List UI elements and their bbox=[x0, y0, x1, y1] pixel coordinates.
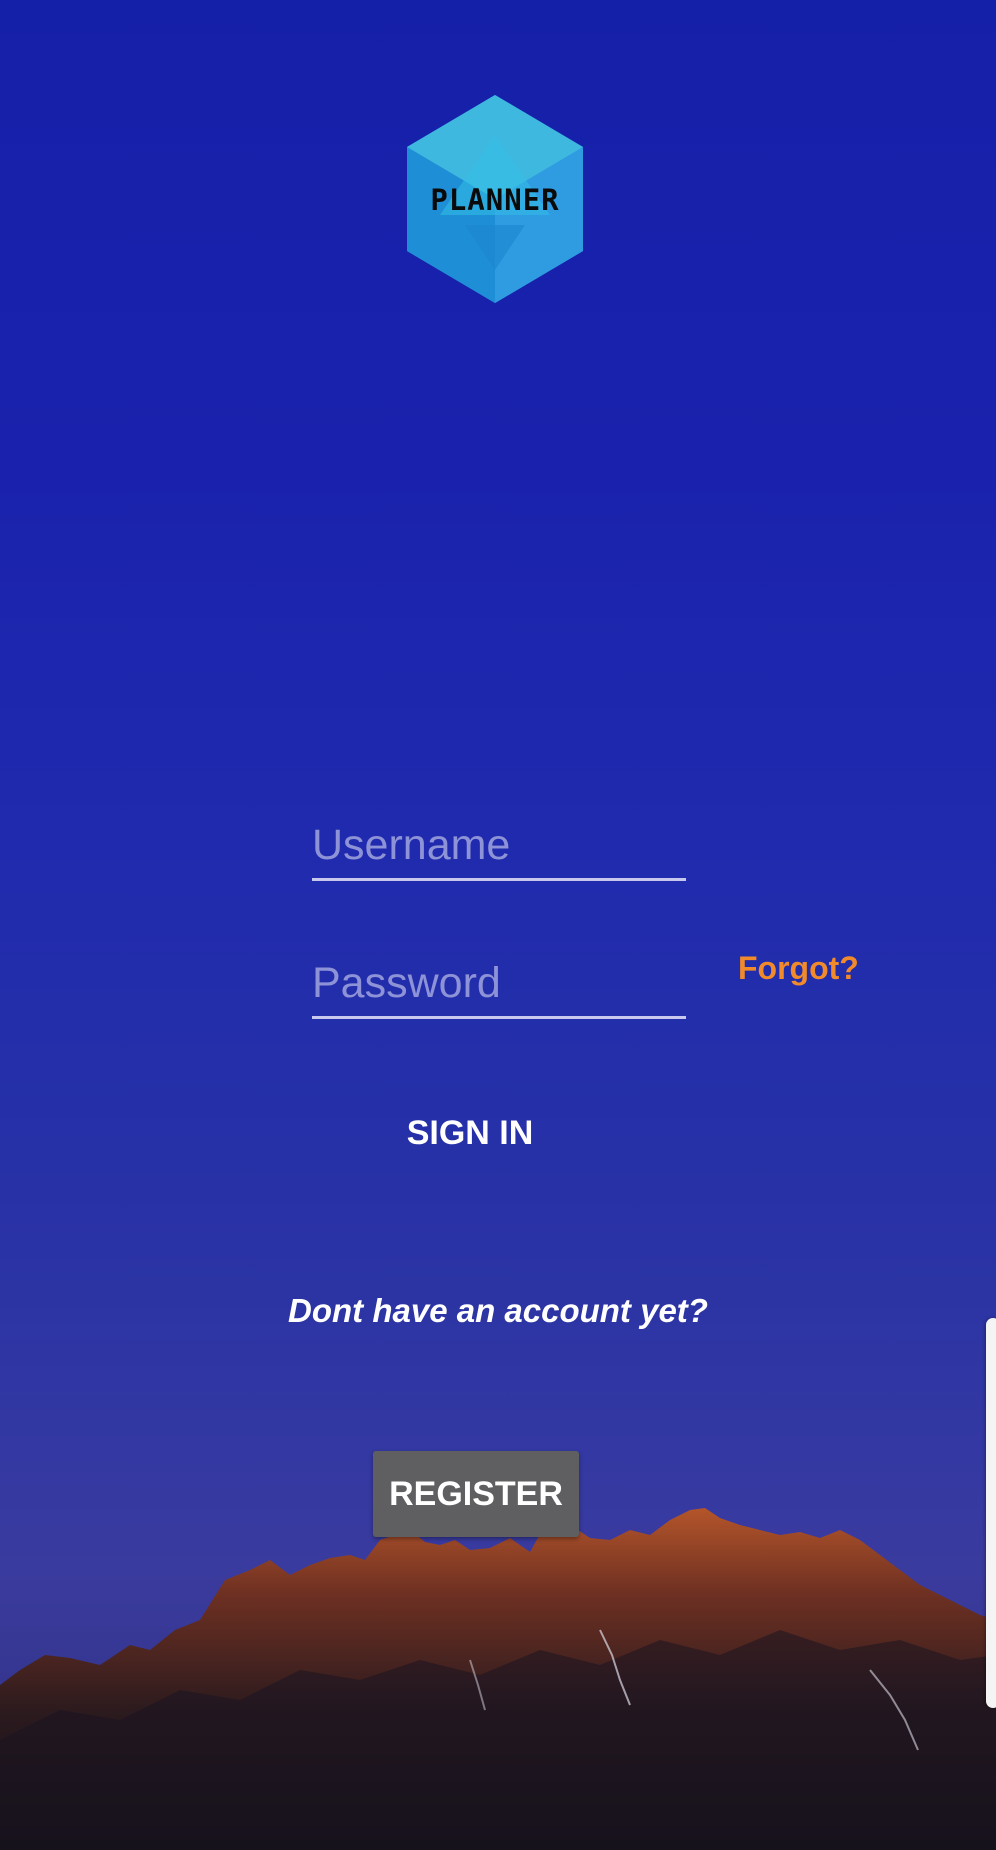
logo-text: PLANNER bbox=[430, 183, 560, 217]
username-field[interactable] bbox=[312, 808, 686, 881]
sign-in-button[interactable]: SIGN IN bbox=[380, 1105, 560, 1161]
password-field[interactable] bbox=[312, 946, 686, 1019]
register-button[interactable]: REGISTER bbox=[373, 1451, 579, 1537]
username-input[interactable] bbox=[312, 821, 686, 870]
no-account-text: Dont have an account yet? bbox=[288, 1292, 708, 1329]
scroll-handle[interactable] bbox=[986, 1318, 996, 1708]
forgot-password-link[interactable]: Forgot? bbox=[738, 950, 859, 987]
password-input[interactable] bbox=[312, 959, 686, 1008]
planner-logo: PLANNER bbox=[405, 95, 585, 303]
login-screen: PLANNER Forgot? SIGN IN Dont have an acc… bbox=[0, 0, 996, 1850]
